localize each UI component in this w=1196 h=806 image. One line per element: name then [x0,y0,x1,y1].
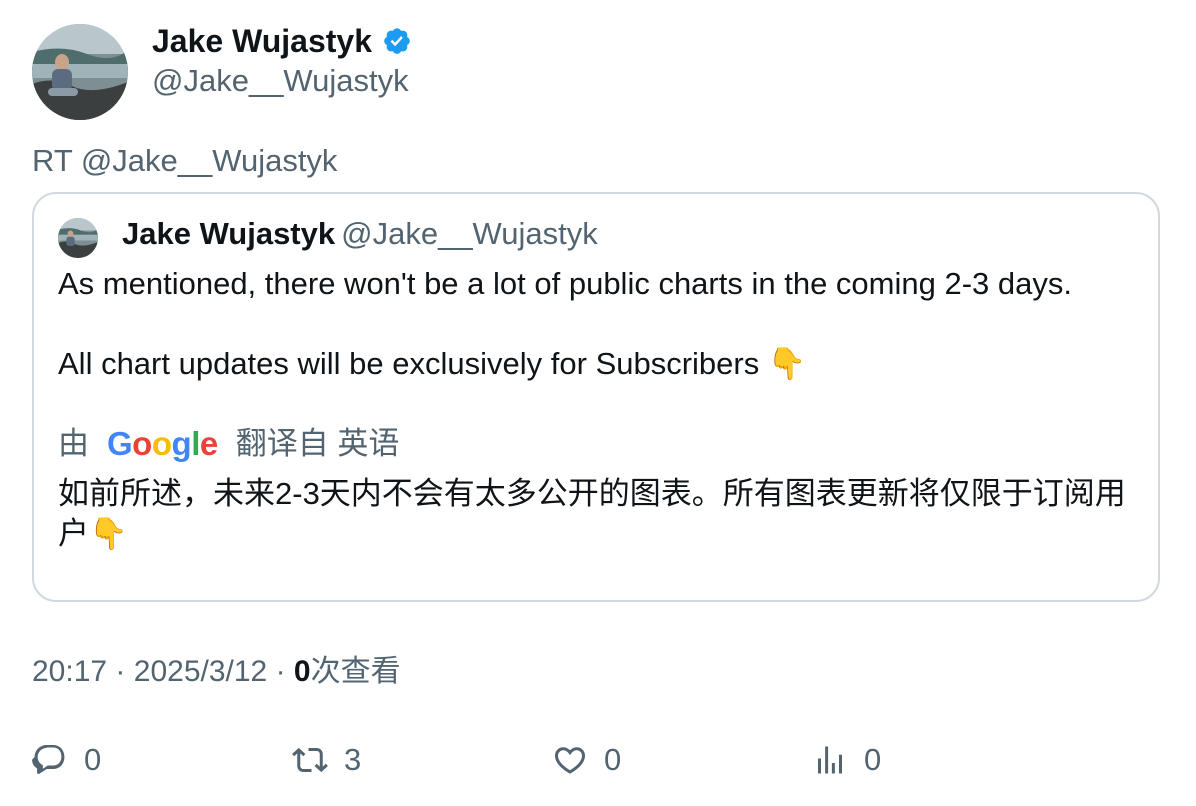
quoted-text-line2: All chart updates will be exclusively fo… [58,344,1072,384]
quoted-tweet-card[interactable]: Jake Wujastyk @Jake__Wujastyk As mentione… [32,192,1160,602]
views-button[interactable]: 0 [812,738,881,782]
tweet-meta: 20:17 · 2025/3/12 · 0次查看 [32,652,401,692]
google-logo-icon: Google [107,425,218,462]
author-name[interactable]: Jake Wujastyk [152,22,412,60]
reply-icon [32,745,65,774]
translated-by-line: 由 Google 翻译自 英语 [58,424,399,464]
action-bar: 0 3 0 0 [32,738,1162,782]
meta-separator: · [115,655,126,688]
heart-icon [554,747,586,774]
meta-separator: · [275,655,286,688]
author-handle[interactable]: @Jake__Wujastyk [152,62,409,100]
quoted-text-line2-body: All chart updates will be exclusively fo… [58,346,760,381]
verified-badge-icon [384,28,410,54]
translated-suffix: 翻译自 英语 [235,426,400,461]
quoted-text: As mentioned, there won't be a lot of pu… [58,264,1072,384]
views-action-count: 0 [864,742,882,777]
retweet-text: RT @Jake__Wujastyk [32,143,338,178]
tweet-date[interactable]: 2025/3/12 [134,655,267,688]
quoted-author-handle[interactable]: @Jake__Wujastyk [341,216,598,251]
translated-text: 如前所述，未来2-3天内不会有太多公开的图表。所有图表更新将仅限于订阅用户👇 [58,476,1126,551]
reply-count: 0 [84,742,102,777]
pointing-down-emoji-icon: 👇 [767,346,807,382]
retweet-count: 3 [344,742,362,777]
reply-button[interactable]: 0 [32,738,101,782]
retweet-icon [292,747,328,773]
quoted-header: Jake Wujastyk @Jake__Wujastyk [122,214,598,254]
tweet-time[interactable]: 20:17 [32,655,107,688]
views-count: 0 [293,655,311,688]
author-name-text: Jake Wujastyk [152,23,372,59]
like-button[interactable]: 0 [552,738,621,782]
quoted-author-avatar[interactable] [58,218,98,258]
author-avatar[interactable] [32,24,128,120]
like-count: 0 [604,742,622,777]
translated-prefix: 由 [58,426,89,461]
quoted-text-line1: As mentioned, there won't be a lot of pu… [58,266,1072,301]
retweet-button[interactable]: 3 [292,738,361,782]
views-label: 次查看 [310,655,401,688]
views-chart-icon [818,746,842,774]
quoted-author-name[interactable]: Jake Wujastyk [122,216,335,251]
